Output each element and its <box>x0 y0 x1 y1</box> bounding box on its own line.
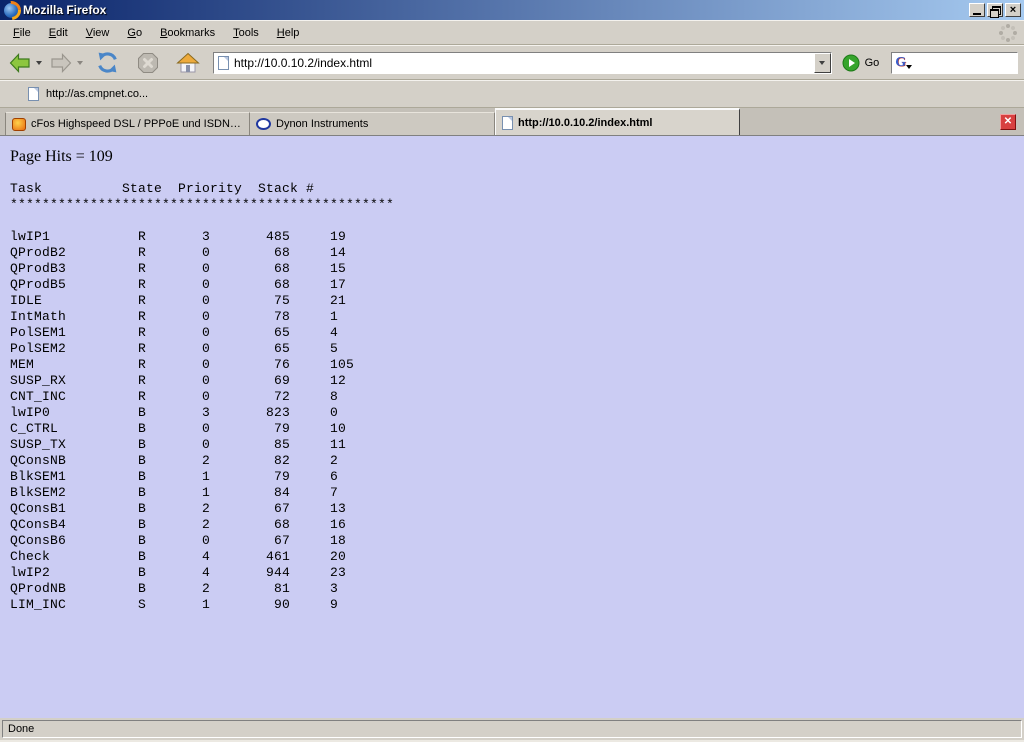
stop-button[interactable] <box>135 50 161 76</box>
menu-help[interactable]: Help <box>268 24 309 42</box>
page-hits-text: Page Hits = 109 <box>10 148 1024 166</box>
tab-label: http://10.0.10.2/index.html <box>518 117 652 129</box>
back-icon <box>7 51 33 75</box>
reload-button[interactable] <box>94 49 121 76</box>
menu-tools[interactable]: Tools <box>224 24 268 42</box>
go-button[interactable]: Go <box>842 54 880 72</box>
minimize-icon <box>973 13 981 15</box>
bookmark-label: http://as.cmpnet.co... <box>46 88 148 100</box>
url-dropdown-icon <box>819 61 825 65</box>
menu-bar: FileEditViewGoBookmarksToolsHelp <box>0 20 1024 45</box>
throbber-icon <box>998 23 1018 43</box>
go-label: Go <box>865 57 880 69</box>
bookmark-page-icon <box>28 87 39 101</box>
tab-3[interactable]: http://10.0.10.2/index.html <box>495 108 740 135</box>
status-text: Done <box>8 723 34 735</box>
restore-icon <box>990 6 1000 15</box>
menu-view[interactable]: View <box>77 24 119 42</box>
title-bar: Mozilla Firefox × <box>0 0 1024 20</box>
google-icon: G <box>895 55 912 71</box>
go-icon <box>842 54 860 72</box>
search-box[interactable]: G <box>891 52 1018 74</box>
window-title: Mozilla Firefox <box>23 3 967 17</box>
search-input[interactable] <box>912 56 996 70</box>
url-dropdown-button[interactable] <box>814 53 831 73</box>
menu-go[interactable]: Go <box>118 24 151 42</box>
firefox-icon <box>4 3 19 18</box>
page-icon <box>502 116 513 130</box>
minimize-button[interactable] <box>969 3 985 17</box>
page-icon <box>218 56 229 70</box>
reload-icon <box>95 50 120 75</box>
navigation-toolbar: Go G <box>0 45 1024 80</box>
home-icon <box>176 51 200 75</box>
menu-bar-items: FileEditViewGoBookmarksToolsHelp <box>4 24 308 42</box>
tab-label: cFos Highspeed DSL / PPPoE und ISDN CAP.… <box>31 118 243 130</box>
close-icon: × <box>1010 5 1016 15</box>
task-listing: Task State Priority Stack # ************… <box>10 181 1024 613</box>
back-button[interactable] <box>6 50 43 76</box>
status-panel: Done <box>2 720 1022 738</box>
page-content: Page Hits = 109 Task State Priority Stac… <box>0 136 1024 718</box>
stop-icon <box>136 51 160 75</box>
menu-bookmarks[interactable]: Bookmarks <box>151 24 224 42</box>
forward-dropdown-icon[interactable] <box>77 61 83 65</box>
menu-file[interactable]: File <box>4 24 40 42</box>
forward-button[interactable] <box>47 50 84 76</box>
browser-window: Mozilla Firefox × FileEditViewGoBookmark… <box>0 0 1024 742</box>
bookmark-item[interactable]: http://as.cmpnet.co... <box>24 85 152 103</box>
tab-1[interactable]: cFos Highspeed DSL / PPPoE und ISDN CAP.… <box>5 112 250 135</box>
bookmarks-toolbar: http://as.cmpnet.co... <box>0 80 1024 108</box>
dynon-icon <box>256 118 271 130</box>
tab-bar: cFos Highspeed DSL / PPPoE und ISDN CAP.… <box>0 108 1024 136</box>
tab-strip: cFos Highspeed DSL / PPPoE und ISDN CAP.… <box>5 108 740 135</box>
status-bar: Done <box>0 718 1024 742</box>
menu-edit[interactable]: Edit <box>40 24 77 42</box>
forward-icon <box>48 51 74 75</box>
home-button[interactable] <box>175 50 201 76</box>
tab-label: Dynon Instruments <box>276 118 368 130</box>
close-button[interactable]: × <box>1005 3 1021 17</box>
cfos-icon <box>12 118 26 131</box>
tab-close-button[interactable]: ✕ <box>1000 114 1016 130</box>
restore-button[interactable] <box>987 3 1003 17</box>
back-dropdown-icon[interactable] <box>36 61 42 65</box>
url-bar[interactable] <box>213 52 832 74</box>
url-input[interactable] <box>234 55 814 71</box>
tab-2[interactable]: Dynon Instruments <box>250 112 495 135</box>
